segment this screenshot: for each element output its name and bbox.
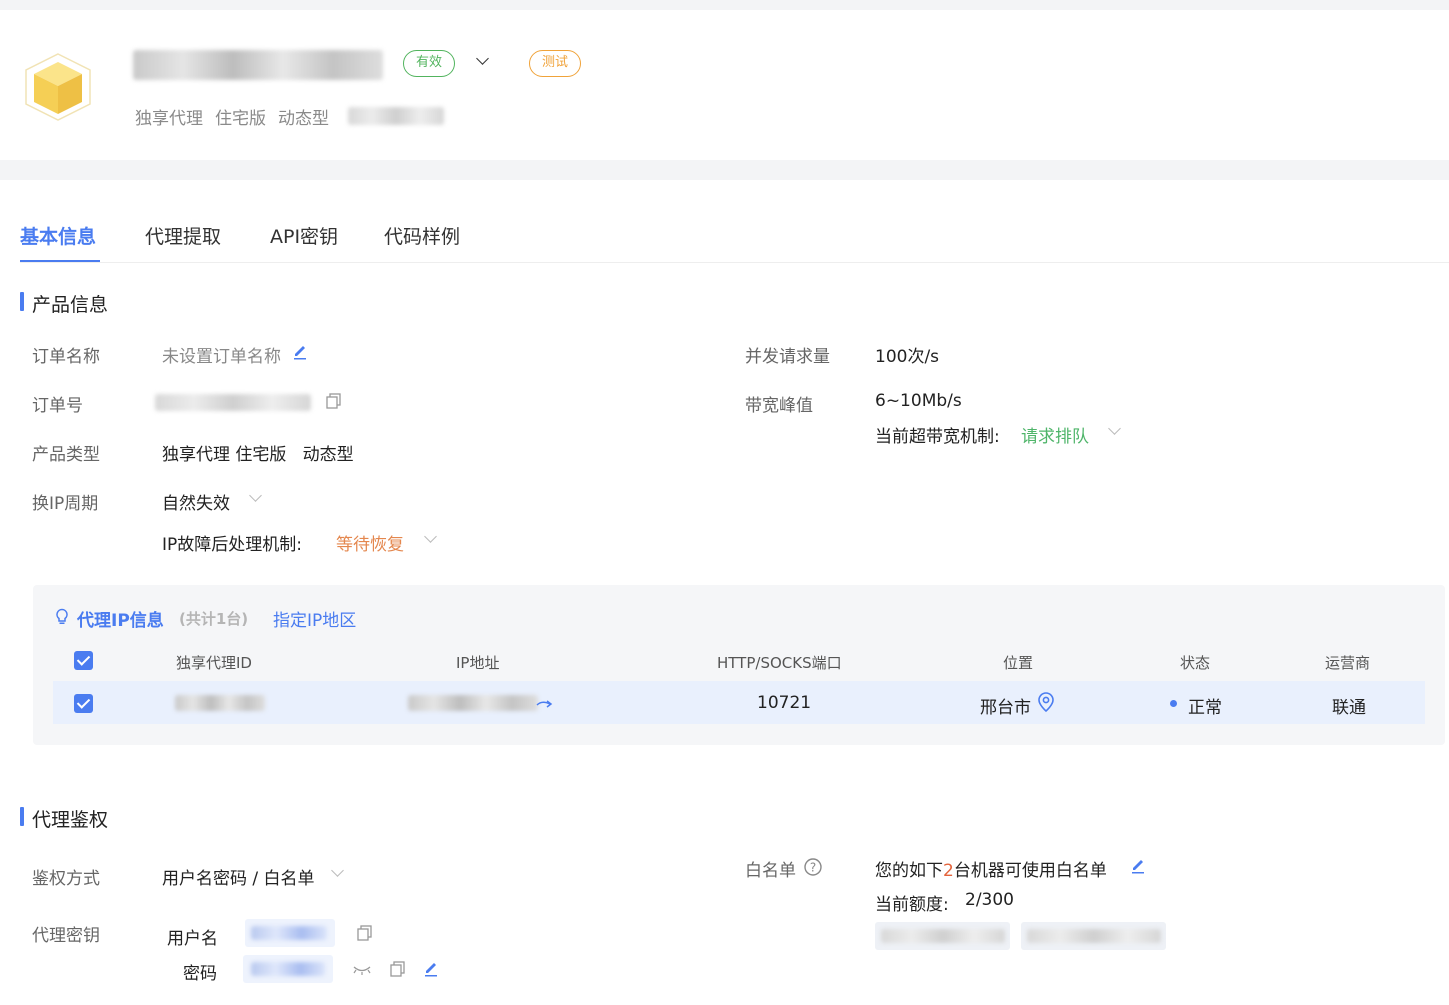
tab-basic-info[interactable]: 基本信息 [20,222,96,249]
select-all-checkbox[interactable] [74,651,93,670]
lightbulb-icon [55,608,69,626]
top-spacer [0,0,1449,10]
over-bandwidth-value[interactable]: 请求排队 [1021,422,1089,447]
tab-divider [20,262,1449,263]
location-value: 邢台市 [980,698,1031,718]
proxy-ip-count: (共计1台) [179,610,249,628]
ip-cycle-label: 换IP周期 [32,494,99,514]
product-type-label: 产品类型 [32,445,100,465]
test-badge: 测试 [529,50,581,77]
over-bandwidth-label: 当前超带宽机制: [875,427,1000,447]
product-cube-icon [22,50,94,124]
eye-closed-icon[interactable] [352,961,372,975]
col-port: HTTP/SOCKS端口 [717,654,842,672]
proxy-id-redacted [175,695,265,711]
username-label: 用户名 [167,929,218,949]
proxy-ip-title: 代理IP信息 [77,611,164,631]
auth-method-label: 鉴权方式 [32,869,100,889]
edit-password-icon[interactable] [423,959,439,977]
order-name-label: 订单名称 [32,347,100,367]
bandwidth-value: 6~10Mb/s [875,391,962,411]
product-type-value: 独享代理 住宅版 动态型 [162,445,354,465]
copy-order-no-icon[interactable] [325,392,343,410]
col-isp: 运营商 [1325,654,1371,672]
password-field[interactable] [243,955,333,983]
order-header [0,10,1449,160]
quota-value: 2/300 [965,890,1014,910]
tab-code-sample[interactable]: 代码样例 [384,222,460,249]
section-title-auth: 代理鉴权 [32,809,109,831]
col-status: 状态 [1180,654,1211,672]
ip-address-redacted [408,695,538,711]
section-title-product-info: 产品信息 [32,294,109,316]
product-type-part-1: 独享代理 [135,109,203,129]
status-value: 正常 [1188,698,1222,718]
order-no-label: 订单号 [32,396,83,416]
ip-cycle-value[interactable]: 自然失效 [162,489,230,514]
ip-link-arrow-icon[interactable] [536,696,554,710]
port-value: 10721 [757,693,812,713]
edit-order-name-icon[interactable] [292,342,308,360]
svg-text:?: ? [810,861,816,875]
row-checkbox[interactable] [74,694,93,713]
order-title-redacted [133,50,383,80]
product-code-redacted [348,107,444,125]
whitelist-suffix: 台机器可使用白名单 [953,861,1107,881]
whitelist-label: 白名单 [745,861,796,881]
auth-method-value[interactable]: 用户名密码 / 白名单 [162,864,315,889]
concurrency-value: 100次/s [875,347,940,367]
quota-label: 当前额度: [875,895,949,915]
auth-method-chevron-icon[interactable] [331,864,344,877]
assign-ip-region-link[interactable]: 指定IP地区 [273,606,356,631]
header-separator [0,160,1449,180]
section-marker [20,292,24,311]
whitelist-ip-chip[interactable] [1021,922,1166,950]
whitelist-count: 2 [943,861,954,881]
whitelist-prefix: 您的如下 [875,861,943,881]
ip-fault-label: IP故障后处理机制: [162,535,302,555]
tab-api-key[interactable]: API密钥 [270,222,338,249]
isp-value: 联通 [1332,698,1366,718]
proxy-key-label: 代理密钥 [32,926,100,946]
order-name-value: 未设置订单名称 [162,347,281,367]
col-proxy-id: 独享代理ID [176,654,252,672]
ip-fault-value[interactable]: 等待恢复 [336,530,404,555]
copy-password-icon[interactable] [389,960,407,978]
status-dropdown-chevron-icon[interactable] [476,52,490,68]
whitelist-ip-chip[interactable] [875,922,1010,950]
section-marker [20,807,24,826]
help-question-icon[interactable]: ? [803,857,823,877]
username-field[interactable] [245,919,335,947]
over-bandwidth-chevron-icon[interactable] [1108,422,1121,435]
location-pin-icon[interactable] [1036,691,1056,713]
tab-proxy-extract[interactable]: 代理提取 [145,222,221,249]
concurrency-label: 并发请求量 [745,347,830,367]
edit-whitelist-icon[interactable] [1130,856,1146,874]
status-dot [1170,700,1177,707]
col-location: 位置 [1003,654,1034,672]
ip-fault-chevron-icon[interactable] [424,530,437,543]
product-type-part-3: 动态型 [278,109,329,129]
password-label: 密码 [183,964,217,984]
bandwidth-label: 带宽峰值 [745,396,813,416]
whitelist-text: 您的如下2台机器可使用白名单 [875,856,1107,881]
copy-username-icon[interactable] [356,924,374,942]
status-badge: 有效 [403,50,455,77]
order-no-redacted [155,394,311,411]
ip-cycle-chevron-icon[interactable] [249,489,262,502]
product-type-part-2: 住宅版 [215,109,266,129]
col-ip-address: IP地址 [456,654,500,672]
